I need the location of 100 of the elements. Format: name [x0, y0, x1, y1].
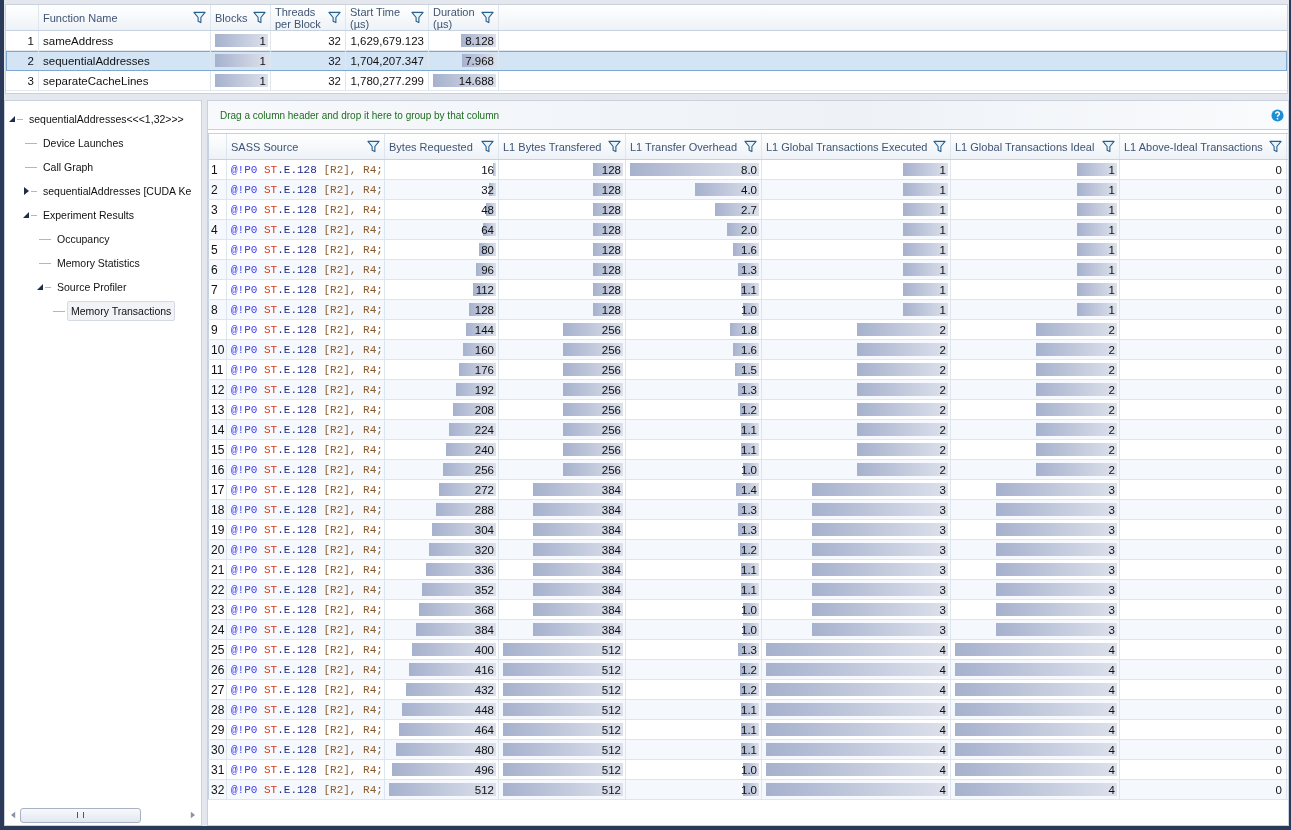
- column-header[interactable]: L1 Bytes Transfered: [503, 140, 602, 153]
- table-cell: 1.6: [741, 243, 757, 256]
- column-header[interactable]: L1 Global Transactions Ideal: [955, 140, 1095, 153]
- scroll-right-icon[interactable]: [190, 811, 195, 819]
- table-cell: 512: [601, 663, 621, 676]
- table-cell: 2: [939, 323, 946, 336]
- table-cell: 1.0: [741, 783, 757, 796]
- expanded-icon[interactable]: [8, 115, 16, 123]
- table-cell: 4: [1108, 683, 1115, 696]
- scroll-left-icon[interactable]: [11, 811, 16, 819]
- filter-icon[interactable]: [253, 11, 266, 24]
- table-cell: 4: [939, 763, 946, 776]
- source-code-line: @!P0 ST.E.128 [R2], R4;: [231, 663, 383, 676]
- row-number: 10: [211, 342, 225, 357]
- filter-icon[interactable]: [1269, 140, 1282, 153]
- column-header[interactable]: L1 Global Transactions Executed: [766, 140, 928, 153]
- table-cell: 0: [1275, 283, 1282, 296]
- column-header[interactable]: L1 Transfer Overhead: [630, 140, 737, 153]
- table-cell: 1: [259, 54, 266, 67]
- column-header[interactable]: SASS Source: [231, 140, 299, 153]
- filter-icon[interactable]: [1102, 140, 1115, 153]
- table-cell: 416: [474, 663, 494, 676]
- row-number: 19: [211, 522, 225, 537]
- table-cell: 128: [474, 303, 494, 316]
- table-cell: 1: [1108, 163, 1115, 176]
- table-cell: 2.0: [741, 223, 757, 236]
- table-cell: 4: [939, 683, 946, 696]
- table-cell: 384: [601, 483, 621, 496]
- table-cell: 256: [601, 383, 621, 396]
- tree-item[interactable]: sequentialAddresses<<<1,32>>>: [25, 109, 188, 129]
- filter-icon[interactable]: [933, 140, 946, 153]
- table-cell: 400: [474, 643, 494, 656]
- table-cell: 512: [601, 723, 621, 736]
- filter-icon[interactable]: [481, 11, 494, 24]
- filter-icon[interactable]: [328, 11, 341, 24]
- table-cell: 3: [1108, 523, 1115, 536]
- table-cell: 1.3: [741, 503, 757, 516]
- table-cell: 2: [1108, 323, 1115, 336]
- table-cell: 1.1: [741, 743, 757, 756]
- column-header[interactable]: Blocks: [215, 11, 248, 24]
- table-cell: 4: [1108, 663, 1115, 676]
- table-cell: 4: [1108, 723, 1115, 736]
- table-cell: 1: [939, 243, 946, 256]
- column-header[interactable]: Duration (µs): [433, 5, 477, 30]
- table-cell: 0: [1275, 723, 1282, 736]
- column-header[interactable]: Start Time (µs): [350, 5, 407, 30]
- table-cell: 384: [601, 503, 621, 516]
- source-code-line: @!P0 ST.E.128 [R2], R4;: [231, 703, 383, 716]
- table-cell: 1.0: [741, 763, 757, 776]
- filter-icon[interactable]: [411, 11, 424, 24]
- expanded-icon[interactable]: [22, 211, 30, 219]
- source-code-line: @!P0 ST.E.128 [R2], R4;: [231, 623, 383, 636]
- tree-item[interactable]: Memory Statistics: [53, 253, 144, 273]
- table-cell: 3: [939, 503, 946, 516]
- column-header[interactable]: Bytes Requested: [389, 140, 473, 153]
- tree-item[interactable]: Call Graph: [39, 157, 98, 177]
- tree-item[interactable]: Experiment Results: [39, 205, 139, 225]
- tree-item[interactable]: Device Launches: [39, 133, 128, 153]
- expanded-icon[interactable]: [36, 283, 44, 291]
- table-cell: 2: [939, 443, 946, 456]
- table-cell: 256: [601, 323, 621, 336]
- tree-item[interactable]: Occupancy: [53, 229, 114, 249]
- tree-item[interactable]: Source Profiler: [53, 277, 131, 297]
- table-cell: 0: [1275, 383, 1282, 396]
- table-cell: 4: [939, 743, 946, 756]
- table-cell: 0: [1275, 763, 1282, 776]
- filter-icon[interactable]: [193, 11, 206, 24]
- row-number: 13: [211, 402, 225, 417]
- source-code-line: @!P0 ST.E.128 [R2], R4;: [231, 523, 383, 536]
- table-cell: 4: [1108, 763, 1115, 776]
- table-cell: 0: [1275, 363, 1282, 376]
- table-cell: 2: [939, 423, 946, 436]
- table-cell: 1.0: [741, 463, 757, 476]
- filter-icon[interactable]: [367, 140, 380, 153]
- row-number: 11: [211, 362, 224, 377]
- row-number: 30: [211, 742, 225, 757]
- row-number: 27: [211, 682, 225, 697]
- column-header[interactable]: Function Name: [43, 11, 118, 24]
- tree-item[interactable]: sequentialAddresses [CUDA Ke: [39, 181, 196, 201]
- table-cell: 512: [601, 643, 621, 656]
- table-cell: 1.2: [741, 403, 757, 416]
- column-header[interactable]: Threads per Block: [275, 5, 324, 30]
- table-cell: 480: [474, 743, 494, 756]
- table-cell: 2: [1108, 383, 1115, 396]
- table-cell: sameAddress: [43, 34, 114, 47]
- table-cell: 0: [1275, 303, 1282, 316]
- column-header[interactable]: L1 Above-Ideal Transactions: [1124, 140, 1263, 153]
- table-cell: 0: [1275, 183, 1282, 196]
- launch-row[interactable]: 2 sequentialAddresses 1 32 1,704,207.347 7.968: [6, 51, 1287, 71]
- filter-icon[interactable]: [744, 140, 757, 153]
- source-code-line: @!P0 ST.E.128 [R2], R4;: [231, 223, 383, 236]
- row-number: 16: [211, 462, 225, 477]
- launch-row[interactable]: 3 separateCacheLines 1 32 1,780,277.299 14.688: [6, 71, 1287, 91]
- table-cell: 320: [474, 543, 494, 556]
- filter-icon[interactable]: [481, 140, 494, 153]
- table-cell: 0: [1275, 423, 1282, 436]
- filter-icon[interactable]: [608, 140, 621, 153]
- collapsed-icon[interactable]: [22, 187, 30, 195]
- help-icon[interactable]: [1271, 108, 1284, 122]
- tree-item[interactable]: Memory Transactions: [67, 301, 176, 321]
